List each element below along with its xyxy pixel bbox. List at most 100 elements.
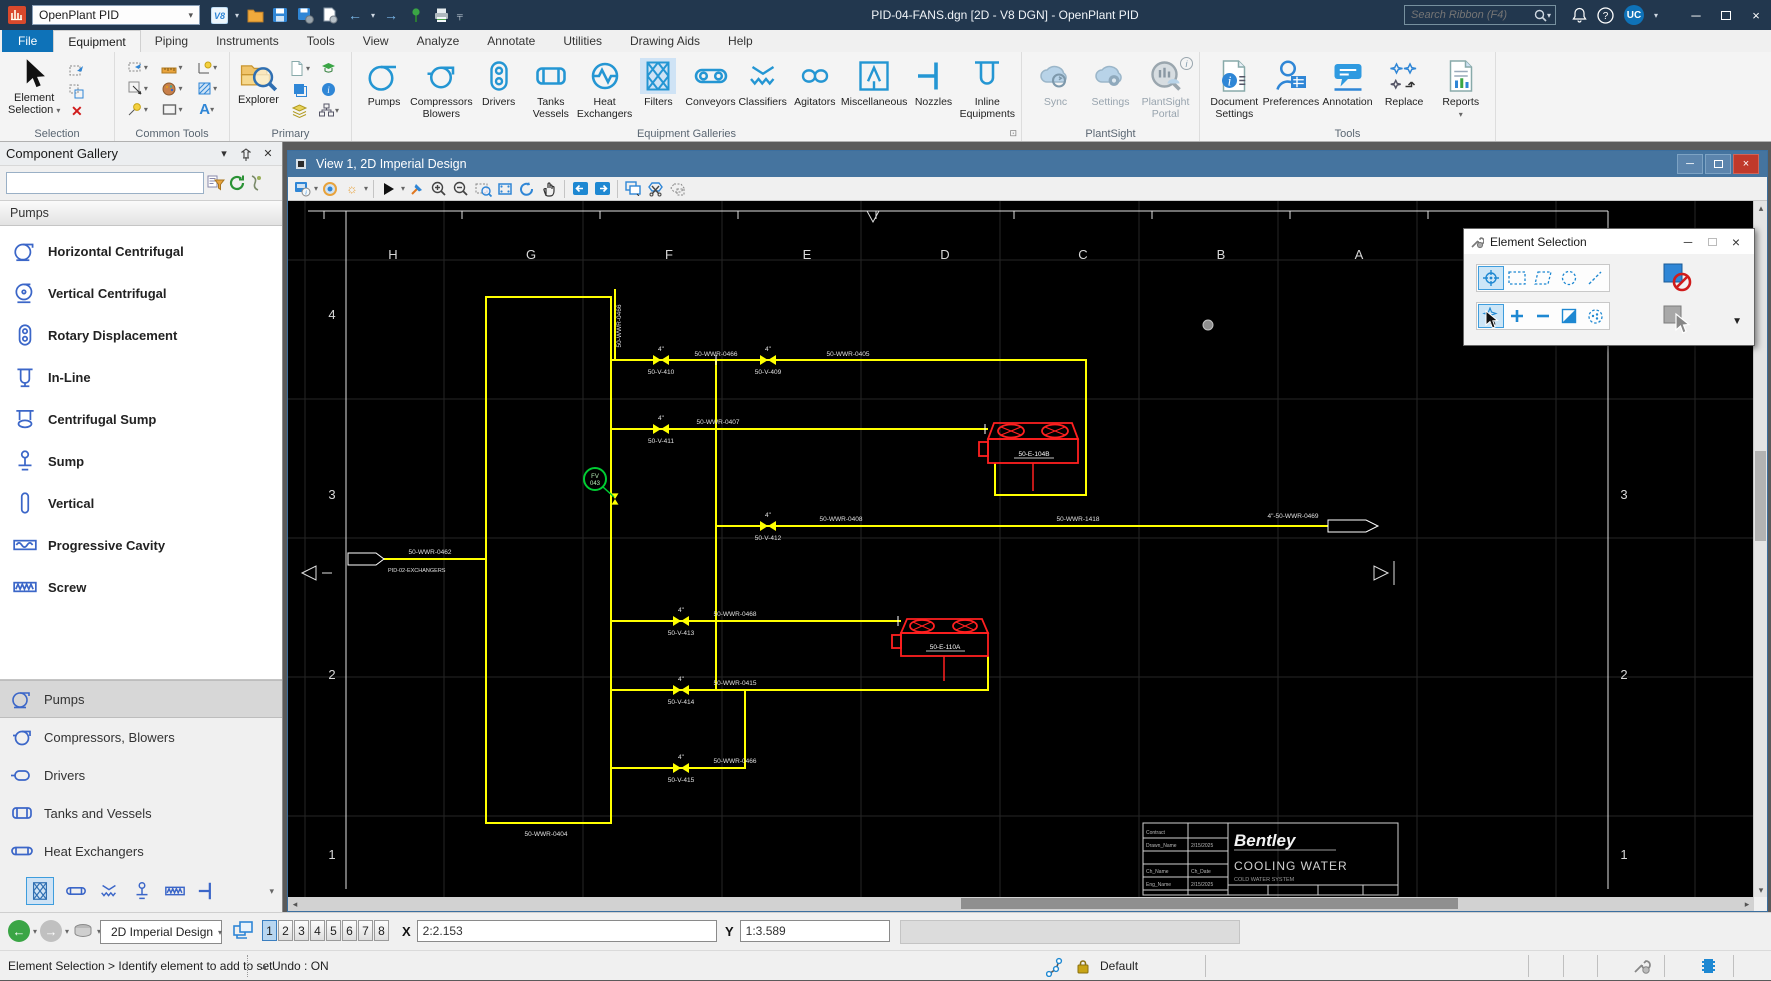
view-title-bar[interactable]: View 1, 2D Imperial Design ─ × [288, 151, 1767, 177]
item-screw[interactable]: Screw [0, 566, 282, 608]
details-icon[interactable]: i [318, 81, 339, 98]
tool-settings-status-icon[interactable] [1632, 951, 1652, 981]
classifiers-category-icon[interactable] [98, 880, 120, 902]
view-tab-4[interactable]: 4 [310, 920, 325, 941]
chevron-down-icon[interactable]: ▾ [1547, 11, 1551, 20]
screw-category-icon[interactable] [164, 880, 186, 902]
locate-icon[interactable]: ▾ [121, 101, 154, 118]
update-view-icon[interactable] [407, 179, 427, 199]
item-vertical[interactable]: Vertical [0, 482, 282, 524]
pin-icon[interactable] [407, 6, 425, 24]
tab-tools[interactable]: Tools [293, 30, 349, 52]
item-rotary-displacement[interactable]: Rotary Displacement [0, 314, 282, 356]
chevron-down-icon[interactable]: ▾ [364, 184, 368, 193]
fit-view-icon[interactable] [495, 179, 515, 199]
active-level[interactable]: Default [1100, 951, 1138, 981]
v8-format-icon[interactable]: V8 [210, 6, 228, 24]
view-tab-2[interactable]: 2 [278, 920, 293, 941]
more-categories-icon[interactable]: ▾ [269, 886, 274, 897]
agitators-category-icon[interactable] [131, 880, 153, 902]
view-attributes-icon[interactable]: i [292, 179, 312, 199]
app-menu-combo[interactable]: OpenPlant PID ▾ [32, 5, 200, 25]
tab-equipment[interactable]: Equipment [53, 30, 140, 52]
user-avatar[interactable]: UC [1624, 5, 1644, 25]
vertical-scrollbar[interactable]: ▴ ▾ [1753, 201, 1767, 897]
view-minimize-button[interactable]: ─ [1677, 154, 1703, 174]
horizontal-scroll-thumb[interactable] [961, 898, 1458, 909]
model-selector-combo[interactable]: 2D Imperial Design ▾ [100, 920, 222, 944]
info-icon[interactable]: i [1180, 57, 1193, 70]
customize-toolbar-icon[interactable]: ╤ [457, 11, 463, 20]
element-selection-dialog[interactable]: Element Selection ─ × ▼ [1463, 228, 1755, 346]
tab-analyze[interactable]: Analyze [403, 30, 474, 52]
gallery-heat-exchangers[interactable]: HeatExchangers [577, 56, 632, 120]
select-shape-icon[interactable] [1530, 266, 1556, 290]
tab-annotate[interactable]: Annotate [473, 30, 549, 52]
model-icon[interactable] [320, 179, 340, 199]
horizontal-scrollbar[interactable]: ◂ ▸ [288, 897, 1754, 911]
component-search-input[interactable] [6, 172, 204, 194]
scroll-up-icon[interactable]: ▴ [1754, 201, 1768, 215]
dialog-minimize-button[interactable]: ─ [1676, 235, 1700, 249]
x-coordinate-input[interactable] [417, 920, 717, 942]
gallery-compressors-blowers[interactable]: CompressorsBlowers [410, 56, 472, 120]
redo-icon[interactable]: → [382, 6, 400, 24]
selection-set-status-icon[interactable] [1700, 951, 1720, 981]
layers-icon[interactable] [289, 102, 310, 119]
gallery-pumps[interactable]: Pumps [358, 56, 410, 109]
chevron-down-icon[interactable]: ▾ [65, 927, 69, 936]
view-tab-5[interactable]: 5 [326, 920, 341, 941]
new-file-icon[interactable]: ▾ [289, 60, 310, 77]
select-element-icon[interactable] [1662, 304, 1692, 334]
annotation-button[interactable]: Annotation [1319, 56, 1376, 109]
print-icon[interactable] [432, 6, 450, 24]
dialog-title-bar[interactable]: Element Selection ─ × [1464, 229, 1754, 254]
open-file-icon[interactable] [246, 6, 264, 24]
window-area-icon[interactable] [473, 179, 493, 199]
help-icon[interactable]: ? [1597, 7, 1614, 24]
lock-icon[interactable] [1076, 951, 1090, 981]
category-compressors-blowers[interactable]: Compressors, Blowers [0, 718, 282, 756]
dialog-maximize-button[interactable] [1700, 235, 1724, 249]
back-button[interactable]: ← [8, 920, 30, 942]
undo-icon[interactable]: ← [346, 6, 364, 24]
acs-icon[interactable]: ▾ [190, 59, 223, 76]
category-tanks-vessels[interactable]: Tanks and Vessels [0, 794, 282, 832]
clear-selection-icon[interactable]: ✕ [68, 104, 85, 118]
fan-50-E-104B[interactable]: 50-E-104B [979, 423, 1078, 491]
element-selection-button[interactable]: Element Selection ▾ [8, 58, 60, 118]
view-tab-6[interactable]: 6 [342, 920, 357, 941]
view-groups-icon[interactable] [232, 920, 254, 940]
y-coordinate-input[interactable] [740, 920, 890, 942]
forward-button[interactable]: → [40, 920, 62, 942]
category-heat-exchangers[interactable]: Heat Exchangers [0, 832, 282, 870]
item-vertical-centrifugal[interactable]: Vertical Centrifugal [0, 272, 282, 314]
view-tab-3[interactable]: 3 [294, 920, 309, 941]
bentley-view-icon[interactable] [379, 179, 399, 199]
gallery-inline-equipments[interactable]: InlineEquipments [960, 56, 1015, 120]
file-properties-icon[interactable] [321, 6, 339, 24]
category-drivers[interactable]: Drivers [0, 756, 282, 794]
tab-piping[interactable]: Piping [141, 30, 202, 52]
grey-node[interactable] [1203, 320, 1213, 330]
gallery-agitators[interactable]: Agitators [789, 56, 841, 109]
view-menu-icon[interactable] [296, 159, 306, 169]
dialog-close-button[interactable]: × [1724, 234, 1748, 250]
snap-mode-icon[interactable] [1046, 951, 1068, 981]
gallery-dialog-launcher-icon[interactable]: ⊡ [1009, 128, 1017, 139]
chevron-down-icon[interactable]: ▾ [314, 184, 318, 193]
view-close-button[interactable]: × [1733, 154, 1759, 174]
gallery-classifiers[interactable]: Classifiers [737, 56, 789, 109]
options-icon[interactable] [249, 174, 263, 192]
mode-select-all-icon[interactable] [1582, 304, 1608, 328]
fence-select-icon[interactable] [68, 62, 85, 79]
item-centrifugal-sump[interactable]: Centrifugal Sump [0, 398, 282, 440]
notifications-icon[interactable] [1572, 7, 1587, 23]
select-individual-icon[interactable] [1478, 266, 1504, 290]
item-progressive-cavity[interactable]: Progressive Cavity [0, 524, 282, 566]
zoom-in-icon[interactable] [429, 179, 449, 199]
valves[interactable] [612, 355, 777, 773]
minimize-button[interactable]: ─ [1681, 0, 1711, 30]
gallery-conveyors[interactable]: Conveyors [684, 56, 736, 109]
chevron-down-icon[interactable]: ▾ [235, 11, 239, 20]
